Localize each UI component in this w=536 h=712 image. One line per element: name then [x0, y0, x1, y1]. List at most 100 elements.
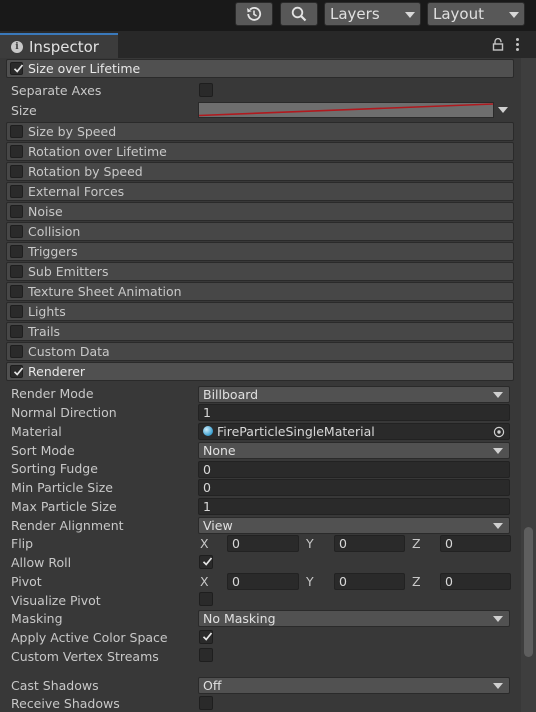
module-toggle[interactable] [10, 285, 23, 298]
module-rotation-over-lifetime[interactable]: Rotation over Lifetime [6, 142, 514, 161]
sort-mode-value: None [203, 443, 236, 458]
module-external-forces[interactable]: External Forces [6, 182, 514, 201]
chevron-down-icon [509, 12, 519, 18]
history-button[interactable] [235, 2, 273, 26]
normal-direction-field[interactable]: 1 [198, 404, 510, 421]
module-toggle[interactable] [10, 345, 23, 358]
render-mode-value: Billboard [203, 387, 259, 402]
module-toggle[interactable] [10, 325, 23, 338]
allow-roll-toggle[interactable] [199, 555, 213, 569]
module-renderer[interactable]: Renderer [6, 362, 514, 381]
tab-title: Inspector [29, 38, 99, 56]
separate-axes-toggle[interactable] [199, 83, 213, 97]
material-field[interactable]: FireParticleSingleMaterial [198, 423, 510, 440]
module-noise[interactable]: Noise [6, 202, 514, 221]
tab-inspector[interactable]: i Inspector [0, 33, 118, 58]
apply-active-color-space-toggle[interactable] [199, 630, 213, 644]
flip-z-field[interactable]: 0 [440, 535, 511, 552]
search-icon [291, 6, 307, 22]
module-toggle[interactable] [10, 62, 24, 75]
module-label: Rotation by Speed [28, 164, 143, 179]
module-label: Sub Emitters [28, 264, 109, 279]
object-picker-icon[interactable] [493, 426, 505, 438]
min-particle-size-label: Min Particle Size [11, 480, 113, 495]
sort-mode-label: Sort Mode [11, 443, 75, 458]
pivot-x-field[interactable]: 0 [227, 573, 299, 590]
pivot-z-field[interactable]: 0 [440, 573, 511, 590]
module-label: Renderer [28, 364, 86, 379]
render-alignment-dropdown[interactable]: View [198, 517, 510, 534]
checkmark-icon [13, 367, 24, 376]
material-sphere-icon [203, 426, 213, 436]
chevron-down-icon [493, 616, 503, 622]
masking-dropdown[interactable]: No Masking [198, 610, 510, 627]
tab-bar: i Inspector [0, 31, 536, 58]
module-toggle[interactable] [10, 125, 23, 138]
module-size-by-speed[interactable]: Size by Speed [6, 122, 514, 141]
checkmark-icon [13, 64, 24, 73]
module-rotation-by-speed[interactable]: Rotation by Speed [6, 162, 514, 181]
module-toggle[interactable] [10, 305, 23, 318]
module-texture-sheet-animation[interactable]: Texture Sheet Animation [6, 282, 514, 301]
render-alignment-value: View [203, 518, 233, 533]
flip-x-field[interactable]: 0 [227, 535, 299, 552]
checkmark-icon [202, 632, 213, 641]
inspector-content: Size over Lifetime Separate Axes Size Si… [0, 58, 521, 712]
flip-y-field[interactable]: 0 [334, 535, 405, 552]
module-collision[interactable]: Collision [6, 222, 514, 241]
module-toggle[interactable] [10, 165, 23, 178]
module-label: Custom Data [28, 344, 110, 359]
lock-icon[interactable] [492, 38, 504, 51]
separate-axes-label: Separate Axes [11, 83, 102, 98]
module-toggle[interactable] [10, 265, 23, 278]
chevron-down-icon [493, 683, 503, 689]
module-toggle[interactable] [10, 145, 23, 158]
module-toggle[interactable] [10, 205, 23, 218]
allow-roll-label: Allow Roll [11, 555, 72, 570]
module-toggle[interactable] [10, 365, 24, 378]
layout-label: Layout [433, 5, 484, 23]
search-button[interactable] [280, 2, 318, 26]
module-toggle[interactable] [10, 245, 23, 258]
pivot-z-label: Z [412, 574, 421, 589]
chevron-down-icon [493, 448, 503, 454]
module-toggle[interactable] [10, 225, 23, 238]
module-lights[interactable]: Lights [6, 302, 514, 321]
pivot-x-label: X [200, 574, 209, 589]
module-trails[interactable]: Trails [6, 322, 514, 341]
info-icon: i [11, 41, 23, 53]
module-size-over-lifetime[interactable]: Size over Lifetime [6, 59, 514, 78]
custom-vertex-streams-toggle[interactable] [199, 648, 213, 662]
min-particle-size-field[interactable]: 0 [198, 479, 510, 496]
checkmark-icon [202, 557, 213, 566]
module-label: External Forces [28, 184, 125, 199]
receive-shadows-toggle[interactable] [199, 696, 213, 710]
visualize-pivot-toggle[interactable] [199, 592, 213, 606]
sorting-fudge-field[interactable]: 0 [198, 461, 510, 478]
module-label: Collision [28, 224, 81, 239]
size-label: Size [11, 103, 37, 118]
layout-dropdown[interactable]: Layout [427, 2, 525, 26]
max-particle-size-field[interactable]: 1 [198, 498, 510, 515]
chevron-down-icon [493, 392, 503, 398]
scrollbar-thumb[interactable] [524, 527, 533, 657]
sort-mode-dropdown[interactable]: None [198, 442, 510, 459]
cast-shadows-dropdown[interactable]: Off [198, 677, 510, 694]
module-sub-emitters[interactable]: Sub Emitters [6, 262, 514, 281]
normal-direction-label: Normal Direction [11, 405, 117, 420]
receive-shadows-label: Receive Shadows [11, 696, 120, 711]
cast-shadows-value: Off [203, 678, 222, 693]
kebab-menu-icon[interactable] [516, 38, 519, 53]
chevron-down-icon[interactable] [498, 107, 508, 113]
render-mode-dropdown[interactable]: Billboard [198, 386, 510, 403]
layers-dropdown[interactable]: Layers [324, 2, 421, 26]
module-toggle[interactable] [10, 185, 23, 198]
size-curve-field[interactable] [198, 102, 494, 118]
module-custom-data[interactable]: Custom Data [6, 342, 514, 361]
module-triggers[interactable]: Triggers [6, 242, 514, 261]
sorting-fudge-label: Sorting Fudge [11, 461, 98, 476]
history-icon [247, 7, 262, 21]
pivot-y-field[interactable]: 0 [334, 573, 405, 590]
size-curve [199, 103, 493, 117]
masking-label: Masking [11, 611, 63, 626]
